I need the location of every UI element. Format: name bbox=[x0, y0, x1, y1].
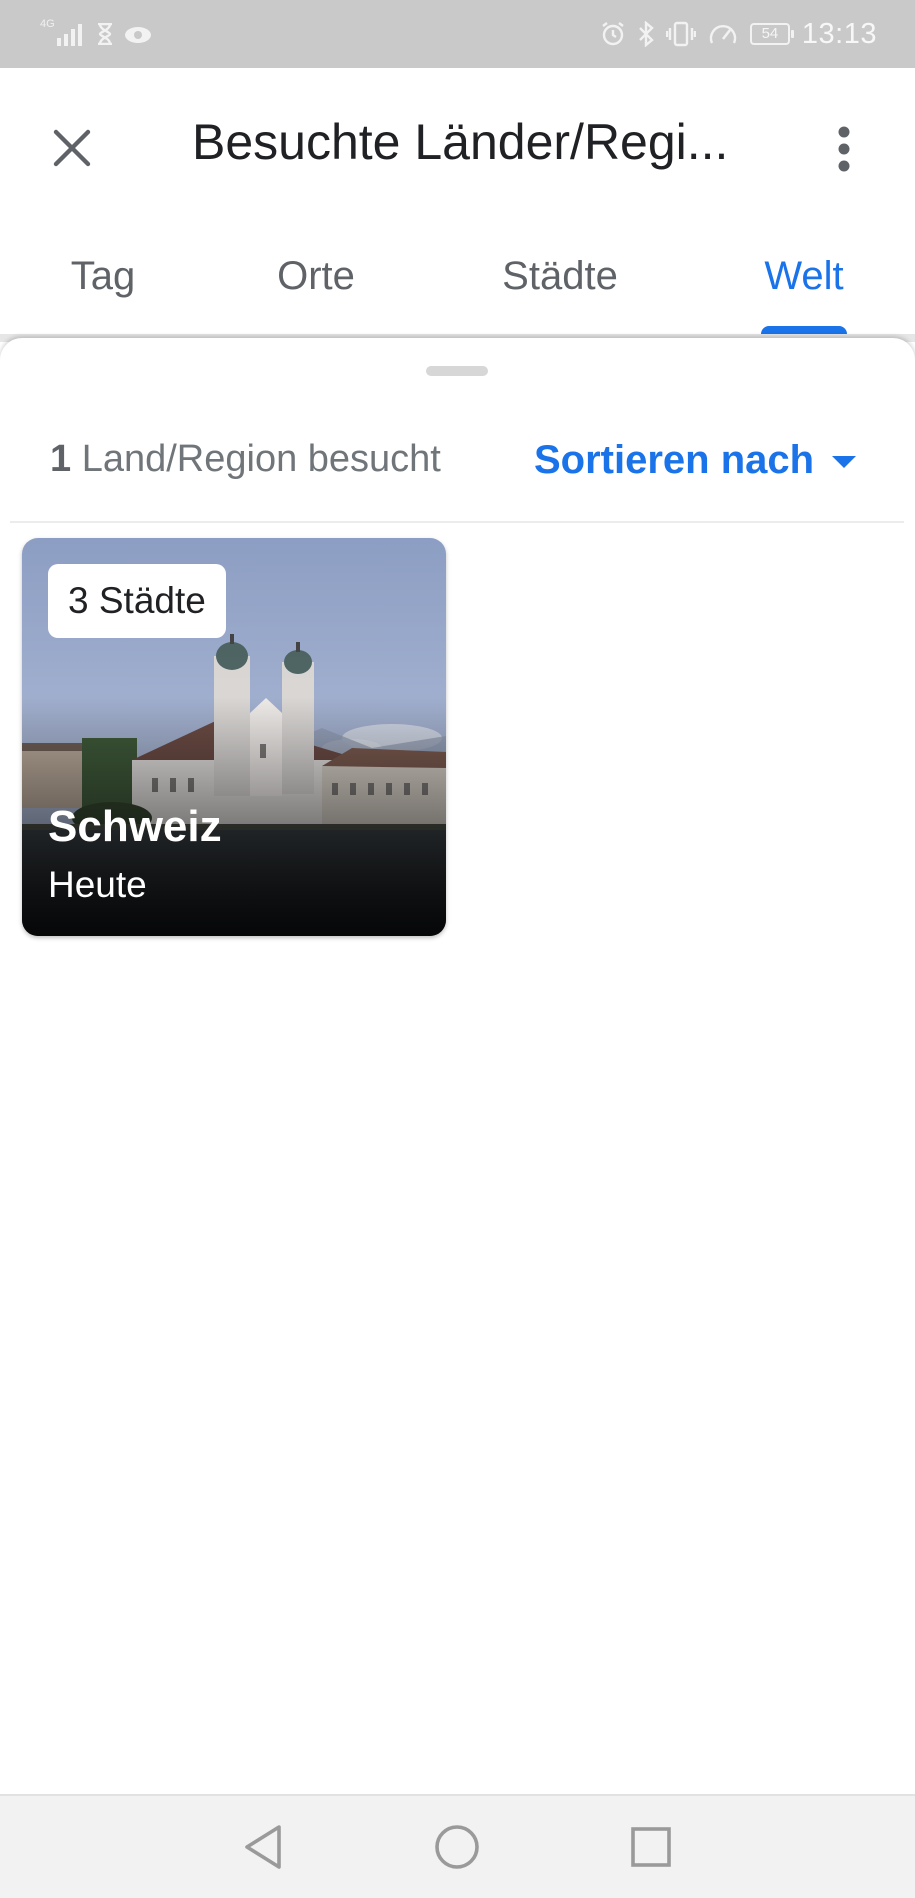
app-bar: Besuchte Länder/Regi... Tag Orte Städte … bbox=[0, 68, 915, 336]
nav-home-button[interactable] bbox=[424, 1814, 490, 1880]
divider bbox=[10, 521, 904, 523]
tab-orte[interactable]: Orte bbox=[246, 238, 386, 336]
page-title: Besuchte Länder/Regi... bbox=[192, 114, 729, 170]
recents-icon bbox=[631, 1827, 671, 1867]
system-nav-bar bbox=[0, 1794, 915, 1898]
visited-count: 1 bbox=[50, 438, 72, 480]
dropdown-caret-icon bbox=[832, 456, 857, 468]
status-time: 13:13 bbox=[801, 17, 877, 50]
status-bar: 4G 54 13:13 bbox=[0, 0, 915, 68]
tab-tag[interactable]: Tag bbox=[40, 238, 166, 336]
status-bar-right: 54 13:13 bbox=[600, 14, 877, 54]
countries-sheet: 1 Land/Region besucht Sortieren nach 3 S… bbox=[0, 338, 915, 1794]
back-icon bbox=[245, 1825, 281, 1869]
more-options-button[interactable] bbox=[818, 114, 870, 184]
visited-summary-text: Land/Region besucht bbox=[81, 438, 441, 480]
speed-icon bbox=[709, 25, 737, 44]
alarm-icon bbox=[602, 22, 624, 46]
cloud-icon bbox=[124, 27, 151, 43]
network-type: 4G bbox=[40, 17, 55, 30]
close-button[interactable] bbox=[42, 118, 102, 178]
cities-count-badge: 3 Städte bbox=[48, 564, 226, 638]
visited-summary: 1 Land/Region besucht bbox=[50, 434, 441, 484]
hourglass-icon bbox=[97, 23, 112, 45]
home-icon bbox=[435, 1825, 479, 1869]
signal-icon bbox=[56, 24, 82, 46]
more-vert-icon bbox=[838, 126, 850, 172]
nav-back-button[interactable] bbox=[230, 1814, 296, 1880]
nav-recents-button[interactable] bbox=[618, 1814, 684, 1880]
battery-icon: 54 bbox=[749, 23, 794, 45]
tab-bar: Tag Orte Städte Welt bbox=[0, 238, 915, 336]
country-name: Schweiz bbox=[48, 802, 222, 851]
tab-staedte[interactable]: Städte bbox=[480, 238, 640, 336]
tab-welt[interactable]: Welt bbox=[740, 238, 868, 336]
status-bar-left: 4G bbox=[40, 16, 153, 52]
country-card[interactable]: 3 Städte Schweiz Heute bbox=[22, 538, 446, 936]
close-icon bbox=[53, 129, 91, 167]
battery-level: 54 bbox=[761, 25, 779, 42]
sort-label: Sortieren nach bbox=[534, 437, 815, 482]
drag-handle[interactable] bbox=[426, 366, 488, 376]
vibrate-icon bbox=[665, 21, 696, 47]
bluetooth-icon bbox=[639, 21, 654, 47]
sort-button[interactable]: Sortieren nach bbox=[534, 434, 857, 486]
visit-date: Heute bbox=[48, 864, 147, 905]
